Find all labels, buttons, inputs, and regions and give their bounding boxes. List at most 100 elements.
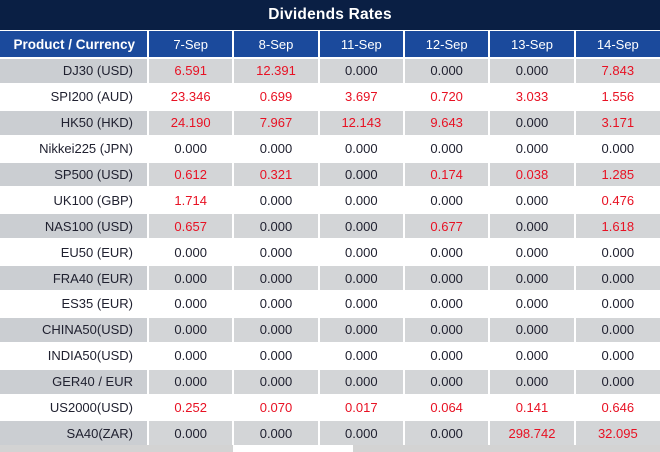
value-cell: 0.000 — [488, 186, 576, 215]
value-cell: 298.742 — [488, 419, 576, 445]
dividends-table: Product / Currency 7-Sep 8-Sep 11-Sep 12-Se… — [0, 31, 660, 445]
value-cell: 0.000 — [573, 315, 660, 344]
column-header-product: Product / Currency — [0, 31, 149, 59]
value-cell: 0.000 — [317, 341, 405, 370]
value-cell: 0.000 — [146, 419, 235, 445]
column-header-date: 13-Sep — [488, 31, 576, 59]
footer-notch — [233, 445, 353, 452]
value-cell: 0.000 — [146, 134, 235, 163]
product-cell: CHINA50(USD) — [0, 315, 149, 344]
value-cell: 0.141 — [488, 393, 576, 422]
value-cell: 0.677 — [402, 212, 491, 241]
value-cell: 0.000 — [402, 264, 491, 293]
value-cell: 0.000 — [488, 315, 576, 344]
value-cell: 0.000 — [402, 315, 491, 344]
value-cell: 32.095 — [573, 419, 660, 445]
value-cell: 1.714 — [146, 186, 235, 215]
value-cell: 0.000 — [488, 238, 576, 267]
product-cell: GER40 / EUR — [0, 367, 149, 396]
value-cell: 0.000 — [146, 264, 235, 293]
table-row: NAS100 (USD) 0.657 0.000 0.000 0.677 0.000 1.6… — [0, 212, 660, 241]
table-row: Nikkei225 (JPN) 0.000 0.000 0.000 0.000 0.000… — [0, 134, 660, 163]
value-cell: 0.000 — [402, 57, 491, 85]
value-cell: 0.657 — [146, 212, 235, 241]
value-cell: 0.000 — [317, 57, 405, 85]
product-cell: UK100 (GBP) — [0, 186, 149, 215]
dividends-rates-panel: Dividends Rates Product / Currency 7-Sep… — [0, 0, 660, 452]
value-cell: 0.000 — [232, 264, 320, 293]
product-cell: ES35 (EUR) — [0, 290, 149, 318]
product-cell: SPI200 (AUD) — [0, 82, 149, 111]
product-cell: NAS100 (USD) — [0, 212, 149, 241]
value-cell: 0.000 — [232, 290, 320, 318]
title-bar: Dividends Rates — [0, 0, 660, 31]
table-row: UK100 (GBP) 1.714 0.000 0.000 0.000 0.000 0.47… — [0, 186, 660, 215]
value-cell: 0.646 — [573, 393, 660, 422]
product-cell: SP500 (USD) — [0, 160, 149, 189]
value-cell: 12.391 — [232, 57, 320, 85]
value-cell: 0.038 — [488, 160, 576, 189]
value-cell: 3.171 — [573, 108, 660, 137]
value-cell: 0.000 — [573, 290, 660, 318]
value-cell: 0.000 — [488, 212, 576, 241]
value-cell: 24.190 — [146, 108, 235, 137]
value-cell: 0.000 — [573, 238, 660, 267]
value-cell: 0.000 — [402, 134, 491, 163]
product-cell: EU50 (EUR) — [0, 238, 149, 267]
value-cell: 0.000 — [317, 290, 405, 318]
value-cell: 9.643 — [402, 108, 491, 137]
value-cell: 0.174 — [402, 160, 491, 189]
table-header-row: Product / Currency 7-Sep 8-Sep 11-Sep 12-Se… — [0, 31, 660, 59]
value-cell: 0.000 — [146, 238, 235, 267]
value-cell: 0.000 — [573, 367, 660, 396]
value-cell: 0.000 — [146, 341, 235, 370]
value-cell: 0.000 — [232, 419, 320, 445]
value-cell: 0.000 — [232, 238, 320, 267]
value-cell: 0.000 — [317, 212, 405, 241]
value-cell: 0.000 — [488, 264, 576, 293]
value-cell: 0.000 — [317, 238, 405, 267]
value-cell: 0.000 — [232, 186, 320, 215]
value-cell: 1.618 — [573, 212, 660, 241]
value-cell: 0.000 — [232, 315, 320, 344]
value-cell: 0.000 — [317, 315, 405, 344]
value-cell: 0.000 — [402, 238, 491, 267]
value-cell: 0.000 — [573, 134, 660, 163]
value-cell: 6.591 — [146, 57, 235, 85]
value-cell: 7.967 — [232, 108, 320, 137]
table-row: ES35 (EUR) 0.000 0.000 0.000 0.000 0.000 0.000 — [0, 290, 660, 318]
column-header-date: 11-Sep — [317, 31, 405, 59]
value-cell: 0.000 — [317, 419, 405, 445]
product-cell: Nikkei225 (JPN) — [0, 134, 149, 163]
table-row: SA40(ZAR) 0.000 0.000 0.000 0.000 298.742 32.0… — [0, 419, 660, 445]
value-cell: 7.843 — [573, 57, 660, 85]
table-row: SPI200 (AUD) 23.346 0.699 3.697 0.720 3.033 1.… — [0, 82, 660, 111]
value-cell: 0.000 — [573, 264, 660, 293]
table-row: INDIA50(USD) 0.000 0.000 0.000 0.000 0.000 0.0… — [0, 341, 660, 370]
page-title: Dividends Rates — [268, 6, 392, 23]
value-cell: 0.000 — [488, 134, 576, 163]
value-cell: 0.017 — [317, 393, 405, 422]
product-cell: US2000(USD) — [0, 393, 149, 422]
value-cell: 0.000 — [317, 134, 405, 163]
value-cell: 0.000 — [402, 290, 491, 318]
table-row: EU50 (EUR) 0.000 0.000 0.000 0.000 0.000 0.000 — [0, 238, 660, 267]
value-cell: 0.612 — [146, 160, 235, 189]
value-cell: 0.720 — [402, 82, 491, 111]
product-cell: SA40(ZAR) — [0, 419, 149, 445]
value-cell: 3.033 — [488, 82, 576, 111]
table-row: HK50 (HKD) 24.190 7.967 12.143 9.643 0.000 3.1… — [0, 108, 660, 137]
table-row: US2000(USD) 0.252 0.070 0.017 0.064 0.141 0.64… — [0, 393, 660, 422]
value-cell: 0.000 — [488, 341, 576, 370]
value-cell: 0.699 — [232, 82, 320, 111]
value-cell: 12.143 — [317, 108, 405, 137]
value-cell: 0.252 — [146, 393, 235, 422]
column-header-date: 12-Sep — [402, 31, 491, 59]
value-cell: 0.000 — [573, 341, 660, 370]
value-cell: 0.000 — [146, 367, 235, 396]
value-cell: 23.346 — [146, 82, 235, 111]
column-header-date: 8-Sep — [232, 31, 320, 59]
value-cell: 1.285 — [573, 160, 660, 189]
table-body: DJ30 (USD) 6.591 12.391 0.000 0.000 0.000 7.84… — [0, 57, 660, 445]
value-cell: 0.321 — [232, 160, 320, 189]
